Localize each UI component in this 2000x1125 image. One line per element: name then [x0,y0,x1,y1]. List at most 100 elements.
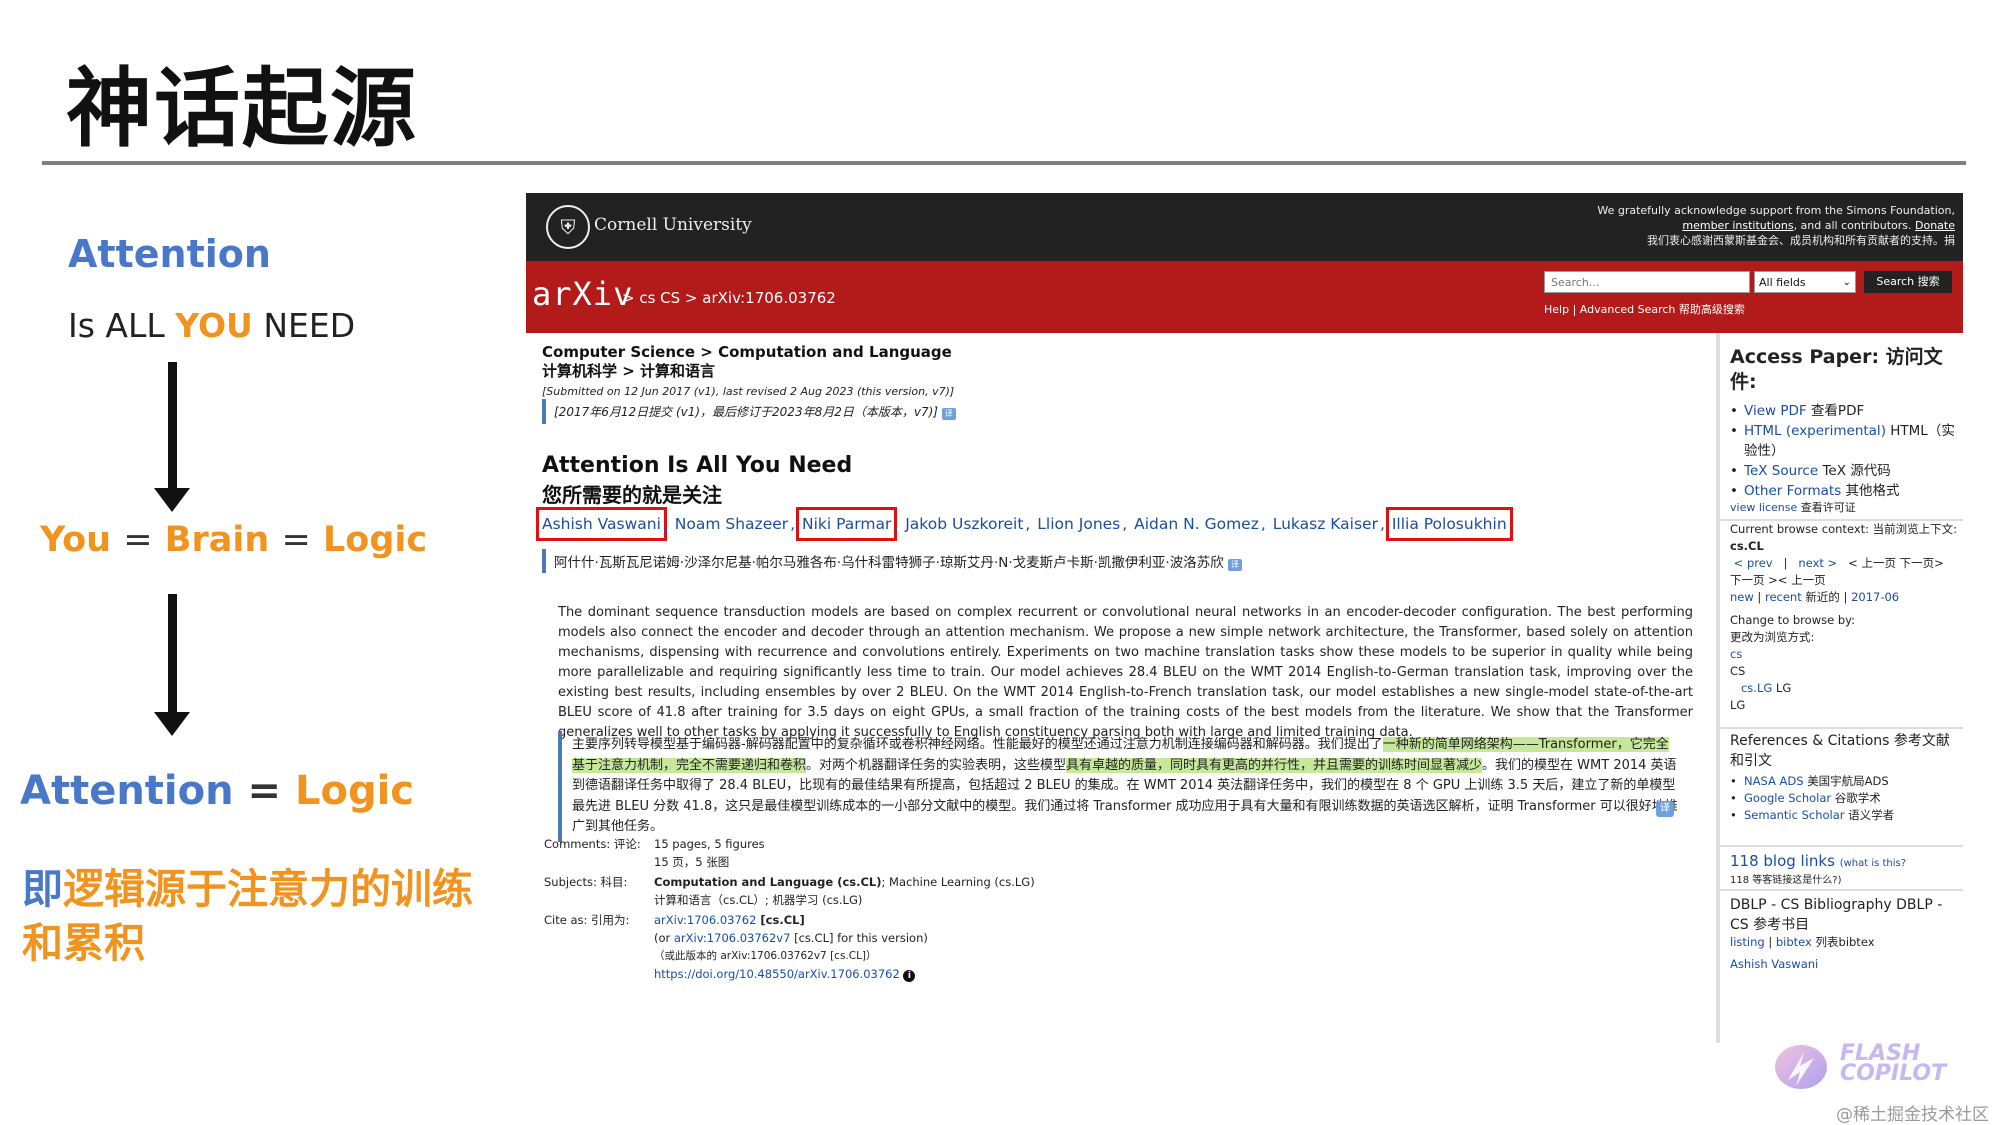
help-advanced-links[interactable]: Help | Advanced Search 帮助高级搜索 [1544,301,1745,317]
other-formats-link[interactable]: Other Formats [1744,483,1841,499]
you-highlight: YOU [175,306,253,345]
prev-link[interactable]: < prev [1734,556,1773,570]
change-browse-label: Change to browse by: [1730,613,1855,627]
doi-link[interactable]: https://doi.org/10.48550/arXiv.1706.0376… [654,967,900,981]
cite-link[interactable]: arXiv:1706.03762 [654,913,756,927]
cornell-name[interactable]: Cornell University [594,215,752,235]
cslg-row: cs.LG LG [1730,680,1960,697]
arxiv-screenshot: ⛨ Cornell University We gratefully ackno… [526,193,1963,1043]
listing-link[interactable]: listing [1730,935,1765,949]
google-cn: 谷歌学术 [1834,791,1881,805]
conclusion-ji: 即 [22,865,63,913]
arxiv-logo[interactable]: arXiv [532,275,633,313]
dblp-links: listing | bibtex 列表bibtex Ashish Vaswani [1730,933,1960,973]
semantic-link[interactable]: Semantic Scholar [1744,808,1845,822]
cite-label: Cite as: 引用为: [544,913,630,927]
conclusion-text: 即逻辑源于注意力的训练和累积 [22,862,482,970]
recent-link[interactable]: recent [1765,590,1802,604]
translate-icon[interactable]: 译 [1228,559,1243,571]
nasa-item[interactable]: NASA ADS 美国宇航局ADS [1730,773,1960,790]
license-cn: 查看许可证 [1800,501,1856,514]
flash-copilot-logo-icon [1775,1045,1827,1089]
watermark-brand: FLASH COPILOT [1840,1043,1946,1085]
other-formats-item[interactable]: Other Formats 其他格式 [1730,481,1960,501]
cite-or-post: [cs.CL] for this version) [790,931,928,945]
translate-icon[interactable]: 译 [1656,801,1674,817]
html-item[interactable]: HTML (experimental) HTML（实验性） [1730,421,1960,461]
abstract-cn-part2: 。对两个机器翻译任务的实验表明，这些模型 [806,757,1067,773]
cite-cn: （或此版本的 arXiv:1706.03762v7 [cs.CL]） [654,950,877,962]
ack-mid: , and all contributors. [1793,219,1912,232]
cornell-header: ⛨ Cornell University We gratefully ackno… [526,193,1963,261]
arxiv-breadcrumb[interactable]: > cs CS > arXiv:1706.03762 [622,289,836,307]
fields-value: All fields [1759,276,1806,289]
semantic-cn: 语义学者 [1848,808,1895,822]
view-pdf-link[interactable]: View PDF [1744,403,1807,419]
view-pdf-item[interactable]: View PDF 查看PDF [1730,401,1960,421]
author-link[interactable]: Noam Shazeer [673,511,790,537]
fields-select[interactable]: All fields ⌄ [1754,271,1856,293]
author-link[interactable]: Jakob Uszkoreit [903,511,1025,537]
left-is-all-you-need: Is ALL YOU NEED [68,306,355,345]
translate-icon[interactable]: 译 [941,408,956,420]
nasa-link[interactable]: NASA ADS [1744,774,1804,788]
member-institutions-link[interactable]: member institutions [1682,219,1793,232]
bibtex-cn: 列表bibtex [1815,935,1875,949]
author-link[interactable]: Aidan N. Gomez [1132,511,1261,537]
cite-tag: [cs.CL] [756,913,805,927]
dblp-title[interactable]: DBLP - CS Bibliography DBLP - CS 参考书目 [1730,895,1960,935]
dblp-list-row: listing | bibtex 列表bibtex [1730,935,1875,949]
brain-word: Brain [164,520,270,560]
cite-version-link[interactable]: arXiv:1706.03762v7 [674,931,791,945]
crumbs-en[interactable]: Computer Science > Computation and Langu… [542,343,952,362]
author-link-sidebar[interactable]: Ashish Vaswani [1730,955,1960,973]
cs-plain: CS [1730,664,1746,678]
date-link[interactable]: 2017-06 [1851,590,1899,604]
search-input[interactable]: Search... [1544,271,1750,293]
sidebar-divider [1720,845,1963,847]
down-arrow-2-head [154,712,190,736]
acknowledgement: We gratefully acknowledge support from t… [1395,203,1955,248]
google-item[interactable]: Google Scholar 谷歌学术 [1730,790,1960,807]
comments-cn: 15 页，5 张图 [654,855,730,869]
conclusion-rest: 逻辑源于注意力的训练和累积 [22,865,473,967]
prev-next-row: < prev | next > < 上一页 下一页> [1733,556,1944,570]
watermark-credit: @稀土掘金技术社区 [1836,1105,1989,1125]
left-attention-heading: Attention [68,232,271,276]
donate-link[interactable]: Donate [1915,219,1955,232]
context-value: cs.CL [1730,539,1764,553]
author-link[interactable]: Ashish Vaswani [536,507,667,541]
arxiv-header: arXiv > cs CS > arXiv:1706.03762 Search.… [526,261,1963,333]
author-link[interactable]: Lukasz Kaiser [1271,511,1380,537]
author-link[interactable]: Niki Parmar [796,507,898,541]
html-link[interactable]: HTML (experimental) [1744,423,1886,439]
author-list: Ashish Vaswani, Noam Shazeer, Niki Parma… [536,507,1513,541]
context-label: Current browse context: 当前浏览上下文: [1730,522,1958,536]
license-line: view license 查看许可证 [1730,499,1960,515]
what-is-this-link[interactable]: (what is this? [1840,858,1906,869]
cs-link[interactable]: cs [1730,646,1960,663]
license-link[interactable]: view license [1730,501,1797,514]
semantic-item[interactable]: Semantic Scholar 语义学者 [1730,807,1960,824]
bibtex-link[interactable]: bibtex [1776,935,1812,949]
tex-link[interactable]: TeX Source [1744,463,1818,479]
logic-word-2: Logic [294,768,415,814]
blog-link[interactable]: 118 blog links [1730,852,1835,870]
next-link[interactable]: next > [1798,556,1837,570]
equals-3: = [247,768,282,814]
tex-item[interactable]: TeX Source TeX 源代码 [1730,461,1960,481]
info-icon[interactable]: i [903,970,916,982]
cslg-link[interactable]: cs.LG [1741,681,1772,695]
subject-breadcrumb: Computer Science > Computation and Langu… [542,343,952,381]
references-list: NASA ADS 美国宇航局ADS Google Scholar 谷歌学术 Se… [1730,773,1960,824]
attention-word: Attention [20,768,234,814]
paper-title-cn: 您所需要的就是关注 [542,483,722,507]
google-link[interactable]: Google Scholar [1744,791,1831,805]
search-button[interactable]: Search 搜索 [1864,271,1952,293]
author-link[interactable]: Illia Polosukhin [1385,507,1513,541]
new-recent-row: new | recent 新近的 | 2017-06 [1730,590,1900,604]
author-link[interactable]: Llion Jones [1035,511,1122,537]
new-link[interactable]: new [1730,590,1754,604]
down-arrow-2-shaft [168,594,177,714]
abstract-cn: 主要序列转导模型基于编码器-解码器配置中的复杂循环或卷积神经网络。性能最好的模型… [558,731,1686,842]
